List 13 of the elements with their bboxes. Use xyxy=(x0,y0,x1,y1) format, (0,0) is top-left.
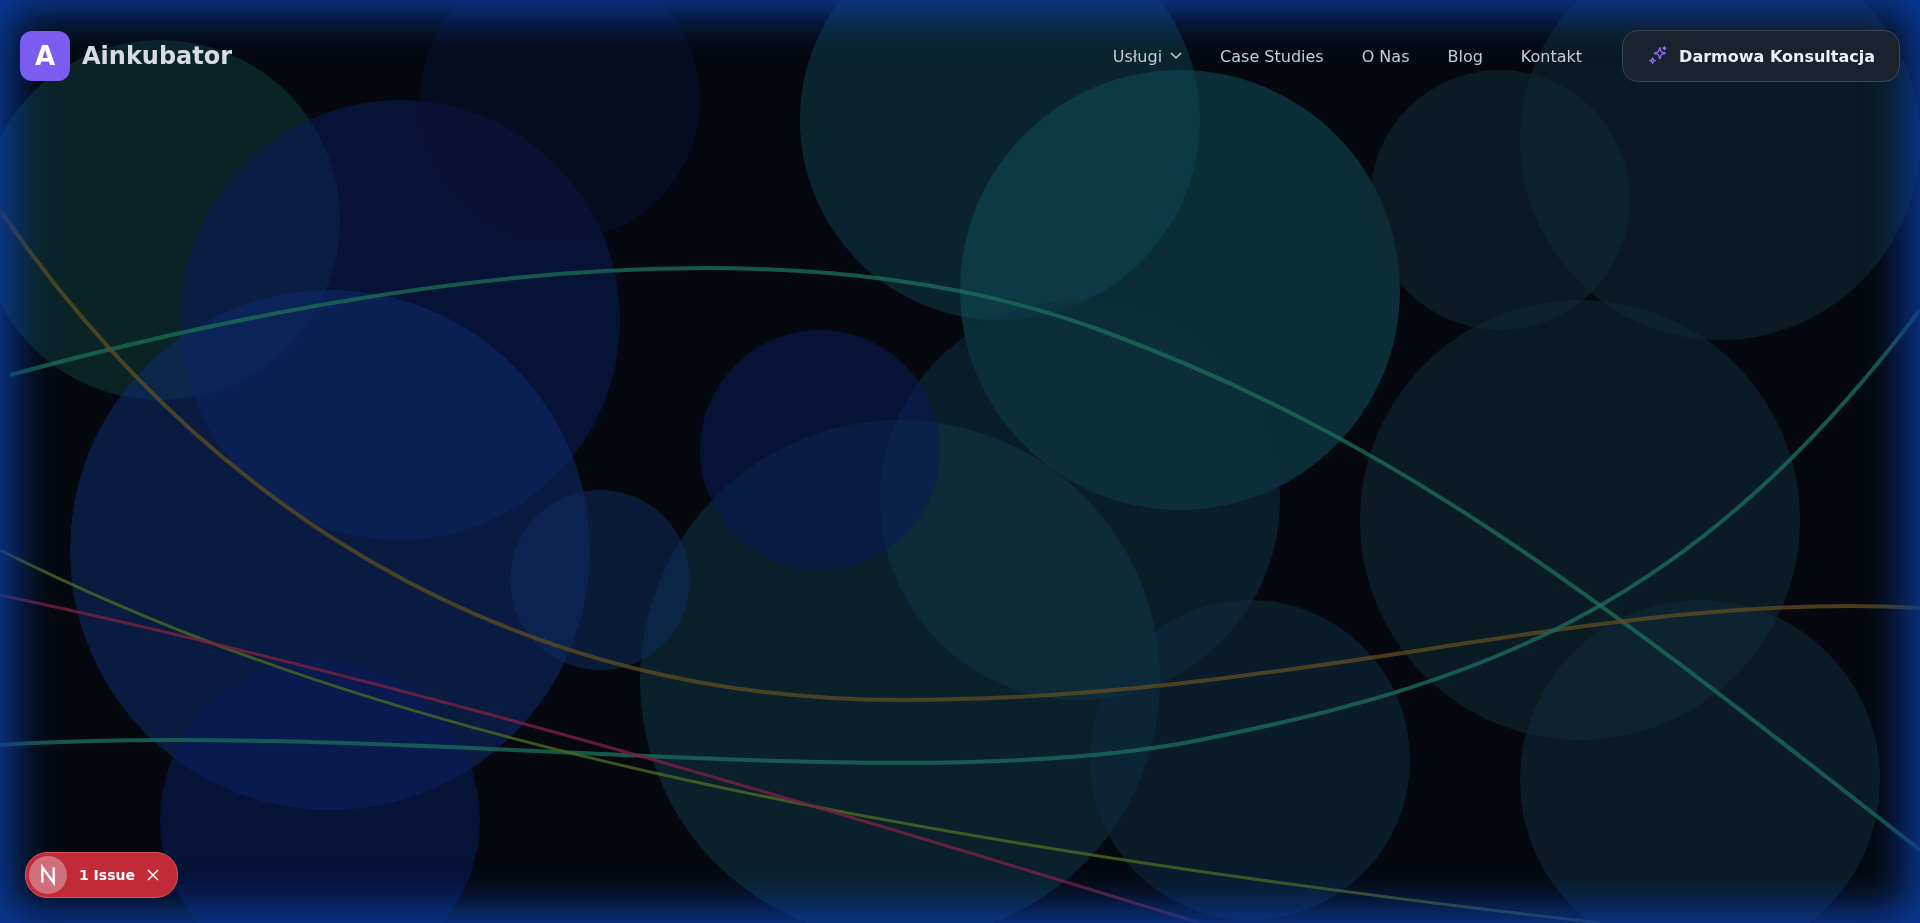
consultation-button[interactable]: Darmowa Konsultacja xyxy=(1622,30,1900,82)
nav-link[interactable]: Blog xyxy=(1447,46,1483,66)
nav-dropdown[interactable]: Usługi xyxy=(1112,46,1183,66)
nav-link[interactable]: Case Studies xyxy=(1220,46,1324,66)
nav-link[interactable]: O Nas xyxy=(1361,46,1410,66)
issue-count: 1 Issue xyxy=(79,867,135,883)
logo-mark[interactable]: A xyxy=(20,31,70,81)
brand-name[interactable]: Ainkubator xyxy=(82,42,233,70)
nav-link[interactable]: Kontakt xyxy=(1520,46,1583,66)
logo-icon xyxy=(29,856,67,894)
chevron-down-icon xyxy=(1170,52,1183,60)
close-icon[interactable] xyxy=(146,869,159,881)
issue-badge[interactable]: 1 Issue xyxy=(25,852,178,898)
